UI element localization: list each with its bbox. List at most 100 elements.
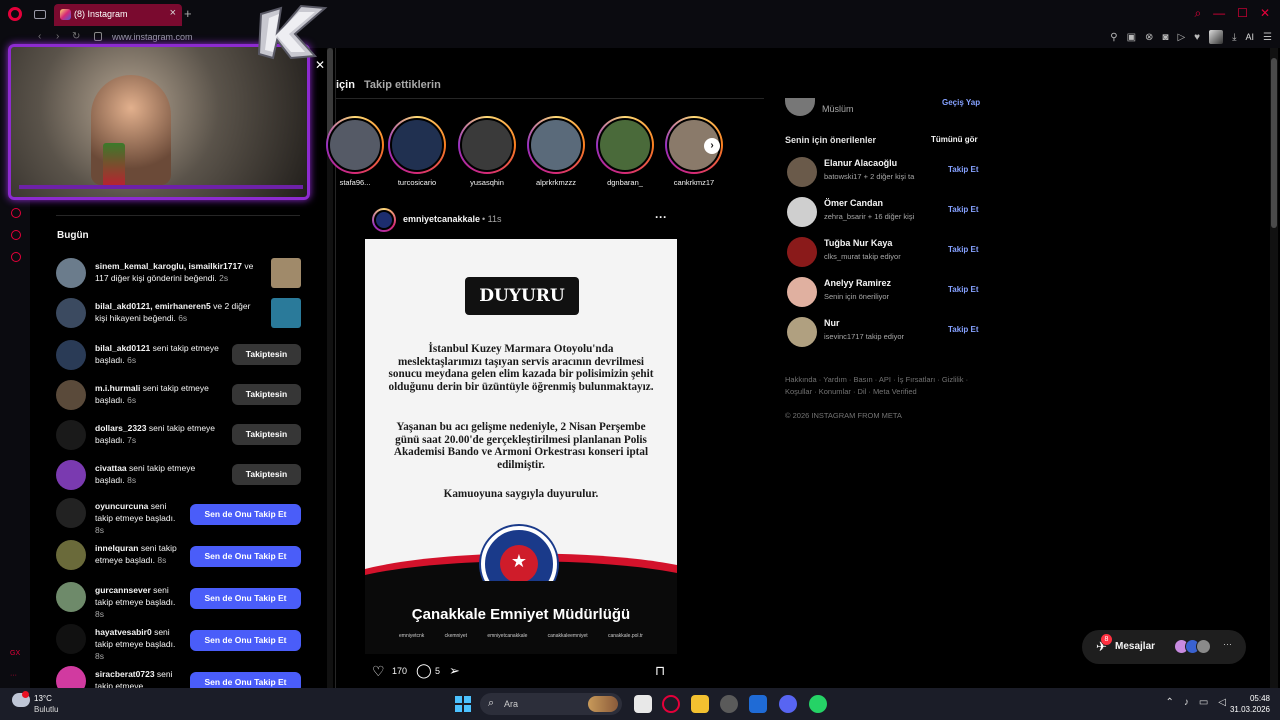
browser-tab-instagram[interactable]: (8) Instagram × (54, 4, 182, 26)
notification-row[interactable]: innelquran seni takip etmeye başladı. 8s… (56, 540, 301, 576)
pin-icon[interactable]: ⚲ (1110, 32, 1117, 43)
app-icon[interactable] (749, 695, 767, 713)
avatar[interactable] (56, 460, 86, 490)
tab-following[interactable]: Takip ettiklerin (364, 79, 441, 91)
task-view-icon[interactable] (634, 695, 652, 713)
chevron-up-icon[interactable]: ⌃ (1165, 697, 1173, 708)
suggestion-name[interactable]: Tuğba Nur Kaya (824, 238, 892, 248)
notification-username[interactable]: gurcannsever (95, 585, 151, 595)
file-explorer-icon[interactable] (691, 695, 709, 713)
avatar[interactable] (787, 277, 817, 307)
url-field[interactable]: www.instagram.com (112, 32, 193, 42)
switch-account-button[interactable]: Geçiş Yap (942, 98, 980, 107)
follow-button[interactable]: Takip Et (948, 245, 979, 254)
clock[interactable]: 05:48 31.03.2026 (1230, 693, 1270, 715)
play-icon[interactable]: ▷ (1177, 32, 1185, 43)
tab-close-icon[interactable]: × (170, 7, 176, 19)
chat-icon[interactable] (11, 230, 21, 240)
follow-button[interactable]: Takip Et (948, 285, 979, 294)
story-item[interactable]: yusasqhin (458, 116, 516, 187)
follow-button[interactable]: Takip Et (948, 205, 979, 214)
notification-row[interactable]: oyuncurcuna seni takip etmeye başladı. 8… (56, 498, 301, 535)
suggestion-name[interactable]: Ömer Candan (824, 198, 883, 208)
new-tab-icon[interactable]: + (184, 6, 192, 21)
notification-username[interactable]: dollars_2323 (95, 423, 147, 433)
notification-row[interactable]: civattaa seni takip etmeye başladı. 8s Ta… (56, 460, 301, 496)
notification-username[interactable]: oyuncurcuna (95, 501, 148, 511)
avatar[interactable] (785, 98, 815, 116)
tab-icon[interactable]: ▣ (1127, 32, 1136, 43)
comment-icon[interactable]: ◯ (416, 662, 432, 679)
opera-logo-icon[interactable] (8, 7, 22, 21)
suggestion-name[interactable]: Anelyy Ramirez (824, 278, 891, 288)
post-thumbnail[interactable] (271, 258, 301, 288)
opera-gx-taskbar-icon[interactable] (662, 695, 680, 713)
volume-icon[interactable]: ◁ (1218, 697, 1226, 708)
network-icon[interactable]: ▭ (1199, 697, 1208, 708)
avatar[interactable] (56, 498, 86, 528)
notification-row[interactable]: dollars_2323 seni takip etmeye başladı. … (56, 420, 301, 456)
start-button-icon[interactable] (455, 696, 471, 712)
search-tabs-icon[interactable]: ⌕ (1194, 6, 1201, 20)
post-thumbnail[interactable] (271, 298, 301, 328)
avatar[interactable] (56, 420, 86, 450)
story-item[interactable]: turcosicario (388, 116, 446, 187)
adblock-icon[interactable]: ⊗ (1145, 32, 1153, 43)
share-icon[interactable]: ➢ (449, 663, 460, 679)
gx-icon[interactable]: GX (10, 650, 20, 657)
avatar[interactable] (56, 340, 86, 370)
notification-row[interactable]: hayatvesabir0 seni takip etmeye başladı.… (56, 624, 301, 661)
follow-back-button[interactable]: Sen de Onu Takip Et (190, 588, 301, 609)
following-button[interactable]: Takiptesin (232, 424, 301, 445)
back-icon[interactable]: ‹ (38, 31, 41, 42)
workspaces-icon[interactable] (34, 10, 46, 19)
forward-icon[interactable]: › (56, 31, 59, 42)
footer-links[interactable]: Hakkında · Yardım · Basın · API · İş Fır… (785, 374, 977, 398)
close-overlay-icon[interactable]: ✕ (315, 58, 325, 72)
weather-temperature[interactable]: 13°C (34, 694, 52, 703)
notification-row[interactable]: bilal_akd0121 seni takip etmeye başladı.… (56, 340, 301, 376)
notification-row[interactable]: m.i.hurmali seni takip etmeye başladı. 6… (56, 380, 301, 416)
notification-username[interactable]: hayatvesabir0 (95, 627, 152, 637)
notification-username[interactable]: sinem_kemal_karoglu, ismailkir1717 (95, 261, 242, 271)
post-image[interactable]: DUYURU İstanbul Kuzey Marmara Otoyolu'nd… (365, 239, 677, 654)
follow-back-button[interactable]: Sen de Onu Takip Et (190, 546, 301, 567)
messages-button[interactable]: ✈ 8 Mesajlar ··· (1082, 630, 1246, 664)
avatar[interactable] (787, 317, 817, 347)
notification-username[interactable]: civattaa (95, 463, 127, 473)
tab-for-you[interactable]: için (336, 79, 355, 91)
avatar[interactable] (787, 197, 817, 227)
weather-description[interactable]: Bulutlu (34, 705, 58, 714)
avatar[interactable] (56, 298, 86, 328)
maximize-icon[interactable]: ☐ (1237, 6, 1248, 20)
steam-icon[interactable] (720, 695, 738, 713)
taskbar-search[interactable]: ⌕ Ara (480, 693, 622, 715)
avatar[interactable] (787, 157, 817, 187)
notification-row[interactable]: gurcannsever seni takip etmeye başladı. … (56, 582, 301, 619)
discord-icon[interactable] (779, 695, 797, 713)
notification-row[interactable]: bilal_akd0121, emirhaneren5 ve 2 diğer k… (56, 298, 301, 334)
avatar[interactable] (56, 624, 86, 654)
suggestion-name[interactable]: Nur (824, 318, 840, 328)
post-avatar[interactable] (372, 208, 396, 232)
stories-next-icon[interactable]: › (704, 138, 720, 154)
follow-back-button[interactable]: Sen de Onu Takip Et (190, 630, 301, 651)
notification-username[interactable]: siracberat0723 (95, 669, 155, 679)
menu-icon[interactable]: ☰ (1263, 32, 1272, 43)
scrollbar-thumb[interactable] (1271, 58, 1277, 228)
whatsapp-icon[interactable] (809, 695, 827, 713)
avatar[interactable] (56, 540, 86, 570)
avatar[interactable] (787, 237, 817, 267)
heart-icon[interactable]: ♥ (1194, 32, 1200, 43)
profile-icon[interactable] (1209, 30, 1224, 44)
reload-icon[interactable]: ↻ (72, 31, 80, 42)
camera-icon[interactable]: ◙ (1162, 32, 1168, 43)
following-button[interactable]: Takiptesin (232, 464, 301, 485)
avatar[interactable] (56, 380, 86, 410)
suggestion-name[interactable]: Elanur Alacaoğlu (824, 158, 897, 168)
avatar[interactable] (56, 582, 86, 612)
more-icon[interactable]: ··· (10, 672, 17, 679)
following-button[interactable]: Takiptesin (232, 344, 301, 365)
download-icon[interactable]: ⤓ (1232, 32, 1236, 43)
settings-icon[interactable] (11, 252, 21, 262)
